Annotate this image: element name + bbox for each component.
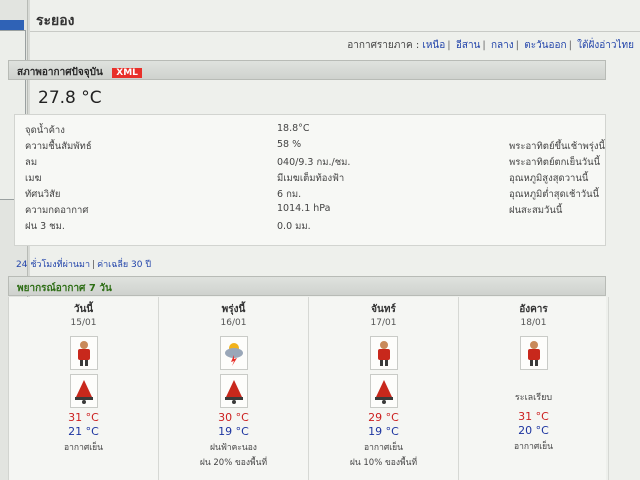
forecast-day-name: อังคาร — [519, 304, 548, 315]
link-last-24h[interactable]: 24 ชั่วโมงที่ผ่านมา — [16, 260, 90, 270]
region-nav-prefix: อากาศรายภาค : — [347, 40, 420, 51]
forecast-max-temp: 30 °C — [218, 411, 249, 424]
obs-side-sunset: พระอาทิตย์ตกเย็นวันนี้ — [509, 157, 601, 168]
page-title: ระยอง — [30, 0, 640, 32]
obs-side-max-yesterday: อุณหภูมิสูงสุดวานนี้ — [509, 173, 589, 184]
obs-label-dewpoint: จุดน้ำค้าง — [25, 125, 65, 136]
obs-side-min-today: อุณหภูมิต่ำสุดเช้าวันนี้ — [509, 189, 600, 200]
obs-label-wind: ลม — [25, 157, 38, 168]
forecast-date: 16/01 — [220, 318, 247, 328]
obs-side-sunrise: พระอาทิตย์ขึ้นเช้าพรุ่งนี้ — [509, 141, 606, 152]
obs-value-rain3h: 0.0 มม. — [277, 221, 311, 232]
region-nav: อากาศรายภาค : เหนือ | อีสาน | กลาง | ตะวันอ… — [347, 40, 634, 51]
forecast-max-temp: 31 °C — [68, 411, 99, 424]
forecast-max-temp: 31 °C — [518, 410, 549, 423]
region-link-south-gulf[interactable]: ใต้ฝั่งอ่าวไทย — [577, 40, 634, 51]
obs-value-pressure: 1014.1 hPa — [277, 203, 331, 214]
forecast-description: อากาศเย็น — [64, 443, 103, 453]
forecast-date: 17/01 — [370, 318, 397, 328]
region-link-central[interactable]: กลาง — [491, 40, 514, 51]
forecast-max-temp: 29 °C — [368, 411, 399, 424]
forecast-day: พรุ่งนี้ 16/01 30 °C 19 °C ฝนฟ้าคะนอง ฝน… — [159, 297, 309, 480]
obs-label-pressure: ความกดอากาศ — [25, 205, 89, 216]
current-temperature: 27.8 °C — [38, 88, 102, 108]
forecast-min-temp: 20 °C — [518, 424, 549, 437]
forecast-day-name: วันนี้ — [73, 304, 94, 315]
bell-icon — [219, 374, 248, 408]
person-cold-icon — [69, 336, 98, 370]
obs-value-cloud: มีเมฆเต็มท้องฟ้า — [277, 173, 345, 184]
obs-value-humidity: 58 % — [277, 139, 302, 150]
obs-value-dewpoint: 18.8°C — [277, 123, 310, 134]
current-weather-header: สภาพอากาศปัจจุบัน XML — [8, 60, 606, 80]
forecast-rain-chance: ฝน 20% ของพื้นที่ — [199, 458, 268, 468]
forecast-header: พยากรณ์อากาศ 7 วัน — [8, 276, 606, 296]
bell-icon — [69, 374, 98, 408]
forecast-date: 18/01 — [520, 318, 547, 328]
region-link-northeast[interactable]: อีสาน — [456, 40, 481, 51]
observation-table: จุดน้ำค้าง 18.8°C ความชื้นสัมพัทธ์ 58 % … — [14, 114, 606, 246]
person-cold-icon — [369, 336, 398, 370]
forecast-grid: วันนี้ 15/01 31 °C 21 °C อากาศเย็น พรุ่ง… — [8, 297, 609, 480]
obs-value-wind: 040/9.3 กม./ชม. — [277, 157, 351, 168]
forecast-min-temp: 19 °C — [218, 425, 249, 438]
bell-icon — [369, 374, 398, 408]
obs-label-visibility: ทัศนวิสัย — [25, 189, 61, 200]
sidebar-active-tab[interactable] — [0, 20, 24, 30]
current-weather-title: สภาพอากาศปัจจุบัน — [17, 67, 103, 78]
obs-label-humidity: ความชื้นสัมพัทธ์ — [25, 141, 92, 152]
obs-label-cloud: เมฆ — [25, 173, 42, 184]
forecast-rain-chance: ฝน 10% ของพื้นที่ — [349, 458, 418, 468]
obs-side-rain-today: ฝนสะสมวันนี้ — [509, 205, 563, 216]
forecast-min-temp: 21 °C — [68, 425, 99, 438]
thunderstorm-icon — [219, 336, 248, 370]
forecast-day: อังคาร 18/01 ระเลเรียบ 31 °C 20 °C อากาศ… — [459, 297, 609, 480]
forecast-description: ฝนฟ้าคะนอง — [210, 443, 257, 453]
forecast-day-name: พรุ่งนี้ — [221, 304, 246, 315]
forecast-description: อากาศเย็น — [514, 442, 553, 452]
history-links: 24 ชั่วโมงที่ผ่านมา | ค่าเฉลี่ย 30 ปี — [16, 260, 152, 270]
forecast-sea-condition: ระเลเรียบ — [514, 393, 553, 403]
forecast-day: วันนี้ 15/01 31 °C 21 °C อากาศเย็น — [9, 297, 159, 480]
person-cold-icon — [519, 336, 548, 370]
forecast-day: จันทร์ 17/01 29 °C 19 °C อากาศเย็น ฝน 10… — [309, 297, 459, 480]
xml-badge[interactable]: XML — [112, 68, 142, 78]
region-link-east[interactable]: ตะวันออก — [524, 40, 566, 51]
obs-label-rain3h: ฝน 3 ชม. — [25, 221, 65, 232]
link-30yr-average[interactable]: ค่าเฉลี่ย 30 ปี — [97, 260, 151, 270]
forecast-day-name: จันทร์ — [371, 304, 396, 315]
forecast-min-temp: 19 °C — [368, 425, 399, 438]
region-link-north[interactable]: เหนือ — [422, 40, 445, 51]
forecast-date: 15/01 — [70, 318, 97, 328]
obs-value-visibility: 6 กม. — [277, 189, 302, 200]
forecast-title: พยากรณ์อากาศ 7 วัน — [17, 283, 112, 294]
forecast-description: อากาศเย็น — [364, 443, 403, 453]
